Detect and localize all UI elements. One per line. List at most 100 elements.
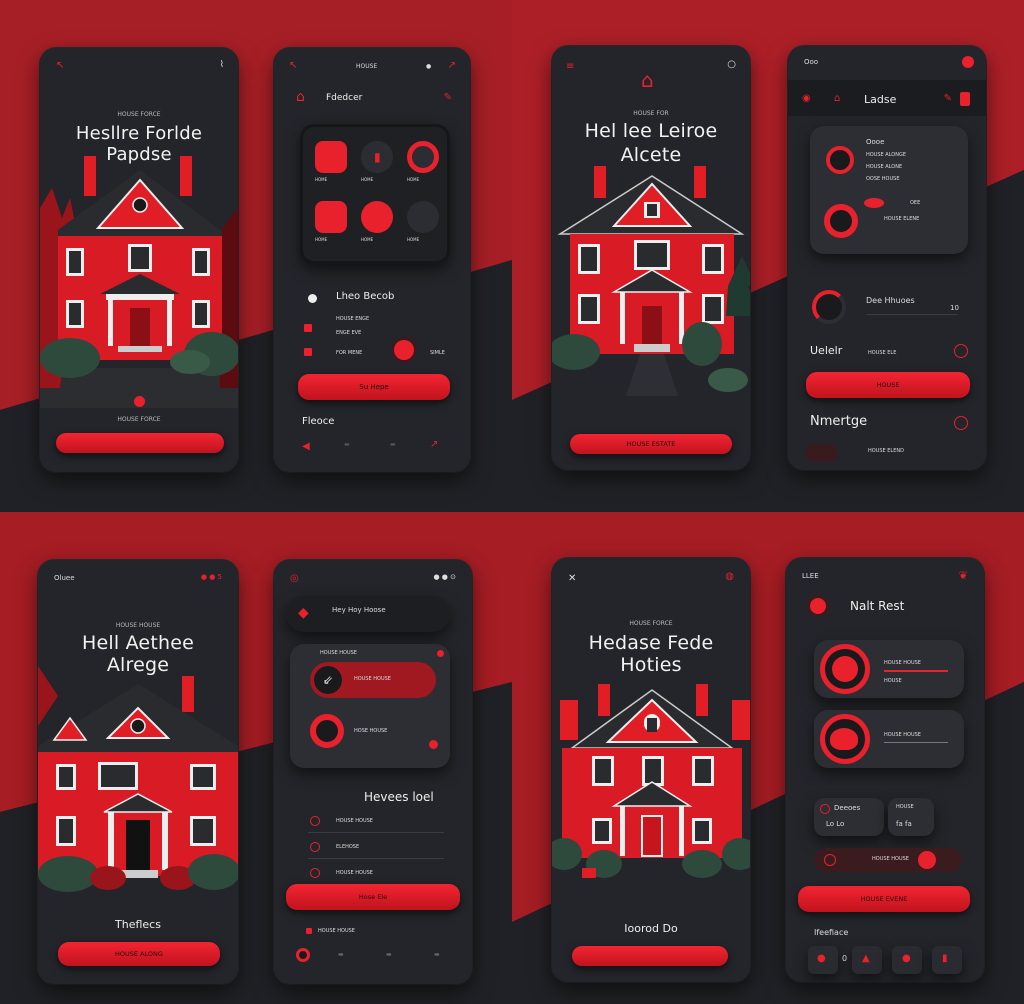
continue-button[interactable]: HOUSE ALONG xyxy=(58,942,220,966)
logo-icon: ◆ xyxy=(298,605,309,621)
device-dial-2[interactable] xyxy=(824,204,858,238)
nav-tab-2[interactable]: ▬ xyxy=(344,442,350,448)
nav-toggle[interactable] xyxy=(806,444,838,462)
quadrant-4: ✕ ◍ HOUSE FORCE Hedase Fede Hoties Iooro… xyxy=(512,512,1024,1004)
nav-home-icon[interactable] xyxy=(296,948,310,962)
status-icons: ● ● 5 xyxy=(200,573,222,581)
toggle-knob[interactable] xyxy=(394,340,414,360)
leaf-icon: ❦ xyxy=(958,569,968,582)
device-dial-1[interactable] xyxy=(826,146,854,174)
bullet-icon xyxy=(308,294,317,303)
edit-icon[interactable]: ✎ xyxy=(944,94,952,104)
menu-icon[interactable]: ≡ xyxy=(566,62,574,72)
status-small-text: HOUSE FORCE xyxy=(117,111,161,118)
caption-text: Theflecs xyxy=(115,918,161,931)
nav-tab-2[interactable]: ▬ xyxy=(338,952,344,958)
tab-3[interactable]: ● xyxy=(892,946,922,974)
get-started-button[interactable] xyxy=(56,433,224,453)
save-button[interactable]: Hose Ele xyxy=(286,884,460,910)
tile-home-1[interactable] xyxy=(315,141,347,173)
phone-stats-screen: LLEE ❦ Nalt Rest HOUSE HOUSE HOUSE HOUSE… xyxy=(786,558,984,982)
tab-4[interactable]: ▮ xyxy=(932,946,962,974)
tile-home-6[interactable] xyxy=(407,201,439,233)
control-panel: HOUSE HOUSE ⇙ HOUSE HOUSE HOSE HOUSE xyxy=(290,644,450,768)
stat-tile-2: HOUSE fa fa xyxy=(888,798,934,836)
header-title: Ladse xyxy=(864,93,897,106)
phone-home-screen: ✕ ◍ HOUSE FORCE Hedase Fede Hoties Iooro… xyxy=(552,558,750,982)
tile-home-2[interactable]: ▮ xyxy=(361,141,393,173)
title-line-2: Alcete xyxy=(620,144,682,166)
close-icon[interactable]: ✕ xyxy=(568,574,576,584)
tile-home-4[interactable] xyxy=(315,201,347,233)
tab-1[interactable]: ● xyxy=(808,946,838,974)
radio-navigate[interactable] xyxy=(954,416,968,430)
search-icon[interactable]: ○ xyxy=(727,60,736,70)
tile-home-3[interactable] xyxy=(407,141,439,173)
status-icons: ● ● ⊙ xyxy=(433,573,456,581)
avatar[interactable] xyxy=(810,598,826,614)
section-title: Lheo Becob xyxy=(336,291,395,302)
tab-2[interactable]: ▲ xyxy=(852,946,882,974)
nav-home-icon[interactable]: ◀ xyxy=(302,442,310,452)
row-radio-2[interactable] xyxy=(310,842,320,852)
toggle-knob[interactable] xyxy=(918,851,936,869)
status-small-text: HOUSE FOR xyxy=(633,110,669,117)
device-panel: Oooe HOUSE ALONGE HOUSE ALONE OOSE HOUSE… xyxy=(810,126,968,254)
dial[interactable] xyxy=(310,714,344,748)
screen-title: Nalt Rest xyxy=(850,599,905,613)
tile-home-5[interactable] xyxy=(361,201,393,233)
nav-tab-4[interactable]: ▬ xyxy=(434,952,440,958)
explore-button[interactable] xyxy=(572,946,728,966)
heart-icon[interactable]: ◍ xyxy=(725,572,734,582)
footer-title: Fleoce xyxy=(302,416,335,427)
row-radio-1[interactable] xyxy=(310,816,320,826)
phone-listing-screen: ≡ ⌂ ○ HOUSE FOR Hel lee Leiroe Alcete HO… xyxy=(552,46,750,470)
edit-icon[interactable]: ✎ xyxy=(444,93,452,103)
slider-handle[interactable] xyxy=(864,198,884,208)
section-title: Hevees loel xyxy=(364,790,434,804)
footer-title: Ifeefiace xyxy=(814,928,849,937)
pill-switch-1[interactable]: ⇙ HOUSE HOUSE xyxy=(310,662,436,698)
caption-text: Ioorod Do xyxy=(624,922,678,935)
title-line-1: Hel lee Leiroe xyxy=(584,120,718,142)
signal-icon: ● xyxy=(426,63,432,70)
checkbox-2[interactable] xyxy=(304,348,312,356)
status-small-text: HOUSE FORCE xyxy=(629,620,673,627)
confirm-button[interactable]: HOUSE EVENE xyxy=(798,886,970,912)
back-icon[interactable]: ◉ xyxy=(802,94,811,104)
action-slider-button[interactable]: HOUSE xyxy=(806,372,970,398)
checkbox-1[interactable] xyxy=(304,324,312,332)
primary-action-button[interactable]: Su Hepe xyxy=(298,374,450,400)
nav-tab-3[interactable]: ▬ xyxy=(390,442,396,448)
row-radio-3[interactable] xyxy=(310,868,320,878)
status-text: Oluee xyxy=(54,574,75,582)
back-icon[interactable]: ↖ xyxy=(289,61,297,71)
toggle-switch[interactable]: HOUSE HOUSE xyxy=(814,848,962,872)
phone-property-screen: Oluee ● ● 5 HOUSE HOUSE Hell Aethee Alre… xyxy=(38,560,238,984)
tile-grid-panel: HOME ▮ HOME HOME HOME HOME HOME xyxy=(300,124,450,264)
title-line-1: Hesllre Forlde xyxy=(75,123,203,144)
battery-icon xyxy=(960,92,970,106)
home-logo-icon: ⌂ xyxy=(296,89,305,105)
power-icon[interactable]: ◎ xyxy=(290,574,299,584)
mockup-board: { "colors":{"accent":"#e8212d","backgrou… xyxy=(0,0,1024,1004)
menu-icon[interactable]: ⌇ xyxy=(220,61,224,70)
nav-profile-icon[interactable]: ↗ xyxy=(430,440,438,450)
notification-icon[interactable] xyxy=(962,56,974,68)
house-illustration xyxy=(552,166,750,396)
header-title: Fdedcer xyxy=(326,93,363,103)
status-text: HOUSE xyxy=(356,63,378,70)
house-illustration xyxy=(40,156,238,408)
house-illustration xyxy=(552,684,750,878)
nav-tab-3[interactable]: ▬ xyxy=(386,952,392,958)
title-line-2: Hoties xyxy=(620,654,682,676)
back-arrow-icon[interactable]: ↖ xyxy=(56,61,64,71)
stat-tile-1: Deeoes Lo Lo xyxy=(814,798,884,836)
quadrant-3: Oluee ● ● 5 HOUSE HOUSE Hell Aethee Alre… xyxy=(0,512,512,1004)
settings-icon[interactable]: ↗ xyxy=(448,61,456,71)
quadrant-2: ≡ ⌂ ○ HOUSE FOR Hel lee Leiroe Alcete HO… xyxy=(512,0,1024,512)
stat-card-2: HOUSE HOUSE xyxy=(814,710,964,768)
radio-uelr[interactable] xyxy=(954,344,968,358)
knob-value: 10 xyxy=(950,304,959,312)
view-listing-button[interactable]: HOUSE ESTATE xyxy=(570,434,732,454)
